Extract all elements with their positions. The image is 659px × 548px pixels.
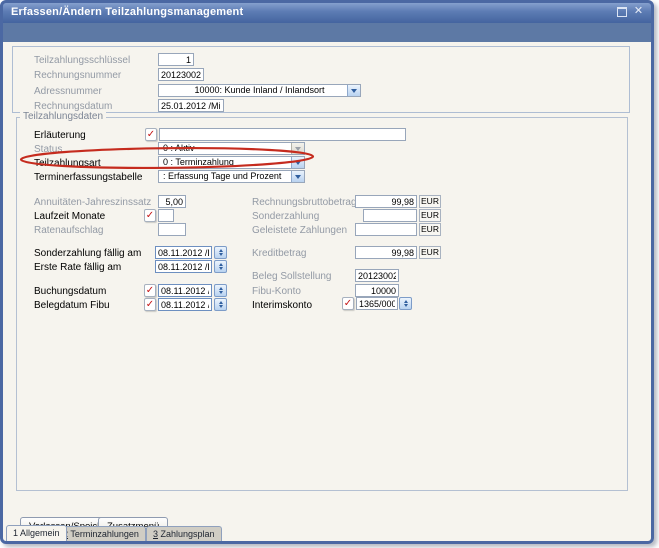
tab-allgemein[interactable]: 1 Allgemein [6, 525, 67, 544]
adressnummer-label: Adressnummer [34, 86, 102, 97]
sonderzahlung-faellig-input[interactable] [155, 246, 212, 259]
sonderzahlung-input[interactable] [363, 209, 417, 222]
title-bar[interactable]: Erfassen/Ändern Teilzahlungsmanagement [2, 2, 652, 23]
laufzeit-monate-edit-check-icon[interactable]: ✓ [144, 209, 156, 222]
interimskonto-label: Interimskonto [252, 300, 312, 311]
belegdatum-fibu-label: Belegdatum Fibu [34, 300, 110, 311]
fibu-konto-label: Fibu-Konto [252, 286, 301, 297]
fibu-konto-input[interactable] [355, 284, 399, 297]
rechnungsdatum-input[interactable] [158, 99, 224, 112]
window-title: Erfassen/Ändern Teilzahlungsmanagement [11, 6, 243, 18]
geleistete-zahlungen-label: Geleistete Zahlungen [252, 225, 347, 236]
geleistete-zahlungen-input[interactable] [355, 223, 417, 236]
terminerfassungstabelle-value: : Erfassung Tage und Prozent [159, 171, 304, 182]
rechnungsnummer-input[interactable] [158, 68, 204, 81]
interimskonto-input[interactable] [356, 297, 398, 310]
laufzeit-monate-input[interactable] [158, 209, 174, 222]
tab-zahlungsplan[interactable]: 3 Zahlungsplan [146, 526, 222, 544]
status-combo[interactable]: 0 : Aktiv [158, 142, 305, 155]
teilzahlungsart-label: Teilzahlungsart [34, 158, 101, 169]
belegdatum-fibu-edit-check-icon[interactable]: ✓ [144, 298, 156, 311]
tab-strip [3, 23, 651, 42]
geleistete-zahlungen-unit: EUR [419, 223, 441, 236]
buchungsdatum-label: Buchungsdatum [34, 286, 106, 297]
tab-terminzahlungen[interactable]: 2 Terminzahlungen [56, 526, 146, 544]
screen: Erfassen/Ändern Teilzahlungsmanagement ✕… [0, 0, 659, 548]
erlaeuterung-edit-check-icon[interactable]: ✓ [145, 128, 157, 141]
status-dropdown-icon [291, 143, 304, 154]
restore-icon [617, 7, 627, 17]
sonderzahlung-faellig-spinner-icon[interactable] [214, 246, 227, 259]
terminerfassungstabelle-dropdown-icon[interactable] [291, 171, 304, 182]
erste-rate-spinner-icon[interactable] [214, 260, 227, 273]
interimskonto-spinner-icon[interactable] [399, 297, 412, 310]
close-icon: ✕ [634, 6, 643, 17]
kreditbetrag-input[interactable] [355, 246, 417, 259]
tab-allgemein-label: 1 Allgemein [13, 528, 60, 538]
rechnungsbruttobetrag-input[interactable] [355, 195, 417, 208]
buchungsdatum-spinner-icon[interactable] [214, 284, 227, 297]
laufzeit-monate-label: Laufzeit Monate [34, 211, 105, 222]
kreditbetrag-label: Kreditbetrag [252, 248, 306, 259]
sonderzahlung-label: Sonderzahlung [252, 211, 319, 222]
status-label: Status [34, 144, 62, 155]
teilzahlungsart-value: 0 : Terminzahlung [159, 157, 304, 168]
ratenaufschlag-input[interactable] [158, 223, 186, 236]
erlaeuterung-label: Erläuterung [34, 130, 86, 141]
teilzahlungsschluessel-label: Teilzahlungsschlüssel [34, 55, 130, 66]
adressnummer-spinner-icon[interactable] [347, 85, 360, 96]
restore-button[interactable] [615, 5, 628, 18]
teilzahlungsschluessel-input[interactable] [158, 53, 194, 66]
annuitaeten-label: Annuitäten-Jahreszinssatz [34, 197, 151, 208]
teilzahlungsart-combo[interactable]: 0 : Terminzahlung [158, 156, 305, 169]
tab-terminzahlungen-label: Terminzahlungen [68, 529, 139, 539]
teilzahlungsart-dropdown-icon[interactable] [291, 157, 304, 168]
buchungsdatum-edit-check-icon[interactable]: ✓ [144, 284, 156, 297]
ratenaufschlag-label: Ratenaufschlag [34, 225, 104, 236]
adressnummer-combo[interactable]: 10000: Kunde Inland / Inlandsort [158, 84, 361, 97]
belegdatum-fibu-spinner-icon[interactable] [214, 298, 227, 311]
teilzahlungsdaten-group-title: Teilzahlungsdaten [20, 111, 106, 122]
tab-zahlungsplan-label: Zahlungsplan [158, 529, 215, 539]
annuitaeten-input[interactable] [158, 195, 186, 208]
belegdatum-fibu-input[interactable] [158, 298, 212, 311]
terminerfassungstabelle-label: Terminerfassungstabelle [34, 172, 142, 183]
sonderzahlung-unit: EUR [419, 209, 441, 222]
interimskonto-edit-check-icon[interactable]: ✓ [342, 297, 354, 310]
erste-rate-label: Erste Rate fällig am [34, 262, 121, 273]
close-button[interactable]: ✕ [632, 5, 645, 18]
terminerfassungstabelle-combo[interactable]: : Erfassung Tage und Prozent [158, 170, 305, 183]
beleg-sollstellung-input[interactable] [355, 269, 399, 282]
beleg-sollstellung-label: Beleg Sollstellung [252, 271, 332, 282]
erlaeuterung-input[interactable] [159, 128, 406, 141]
rechnungsbruttobetrag-label: Rechnungsbruttobetrag [252, 197, 357, 208]
buchungsdatum-input[interactable] [158, 284, 212, 297]
status-value: 0 : Aktiv [159, 143, 304, 154]
rechnungsbruttobetrag-unit: EUR [419, 195, 441, 208]
sonderzahlung-faellig-label: Sonderzahlung fällig am [34, 248, 141, 259]
kreditbetrag-unit: EUR [419, 246, 441, 259]
adressnummer-value: 10000: Kunde Inland / Inlandsort [159, 85, 360, 96]
erste-rate-input[interactable] [155, 260, 212, 273]
rechnungsnummer-label: Rechnungsnummer [34, 70, 121, 81]
dialog-window: Erfassen/Ändern Teilzahlungsmanagement ✕… [0, 0, 654, 544]
